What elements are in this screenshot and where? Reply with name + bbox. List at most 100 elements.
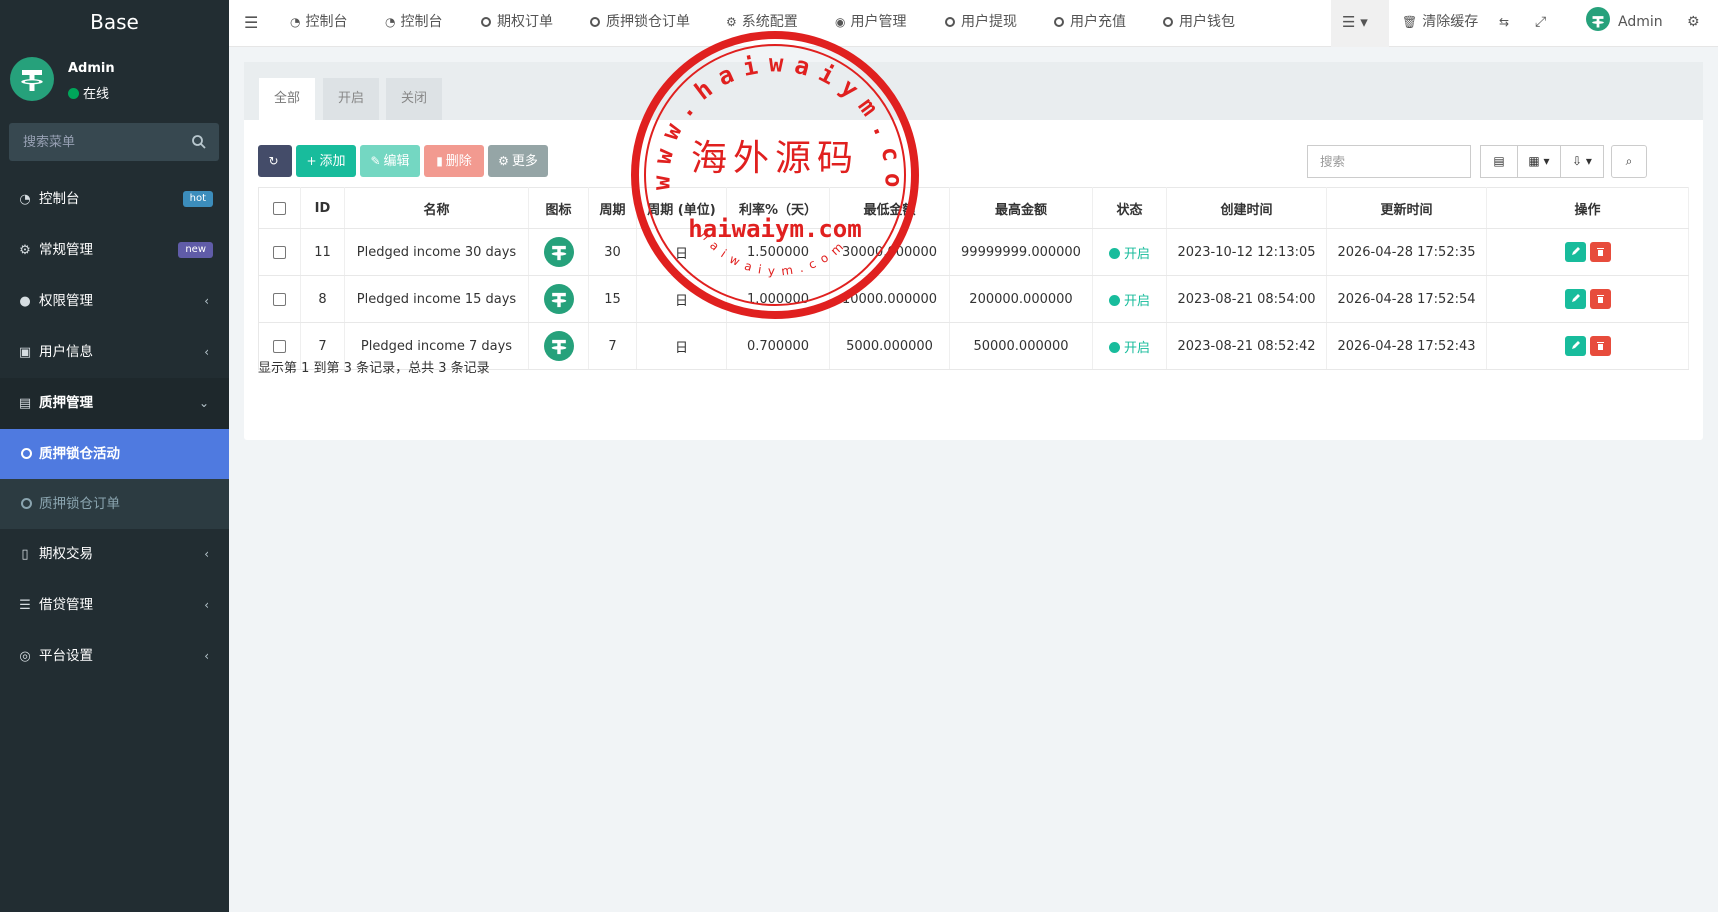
settings-gear-icon[interactable]: ⚙ — [1687, 0, 1700, 47]
tab-user-management[interactable]: ◉ 用户管理 — [835, 0, 906, 47]
tab-all[interactable]: 全部 — [259, 78, 316, 120]
refresh-icon: ↻ — [268, 154, 279, 168]
cell-status[interactable]: 开启 — [1092, 275, 1167, 323]
table-row[interactable]: 8 Pledged income 15 days 15 日 1.000000 1… — [258, 275, 1689, 323]
nav-label: 质押锁仓订单 — [606, 14, 690, 30]
filter-tabs: 全部 开启 关闭 — [244, 62, 1703, 120]
more-label: 更多 — [511, 154, 538, 169]
col-status[interactable]: 状态 — [1092, 187, 1167, 229]
search-icon[interactable] — [191, 134, 207, 150]
brand-logo[interactable]: Base — [0, 0, 229, 47]
sidebar-item-pledge-activity[interactable]: 质押锁仓活动 — [0, 429, 229, 479]
sidebar-item-platform[interactable]: ◎ 平台设置 ‹ — [0, 631, 229, 682]
col-period[interactable]: 周期 — [588, 187, 637, 229]
tab-wallets[interactable]: 用户钱包 — [1163, 0, 1235, 47]
sidebar-item-label: 质押锁仓活动 — [39, 446, 120, 462]
sidebar-item-options[interactable]: ▯ 期权交易 ‹ — [0, 529, 229, 580]
add-button[interactable]: + 添加 — [296, 145, 356, 177]
row-edit-button[interactable] — [1564, 336, 1586, 356]
row-edit-button[interactable] — [1564, 242, 1586, 262]
col-period-unit[interactable]: 周期 (单位) — [636, 187, 727, 229]
tab-option-orders[interactable]: 期权订单 — [481, 0, 553, 47]
dot-circle-icon: ◎ — [19, 649, 31, 664]
trash-icon: ▮ — [436, 154, 443, 168]
cell-name: Pledged income 30 days — [344, 228, 529, 276]
pencil-icon — [1571, 247, 1580, 255]
columns-dropdown-icon[interactable]: ▦ ▾ — [1517, 145, 1561, 178]
toggle-view-icon[interactable]: ▤ — [1480, 145, 1518, 178]
tab-dashboard[interactable]: ◔ 控制台 — [290, 0, 347, 47]
col-icon[interactable]: 图标 — [528, 187, 589, 229]
cell-rate: 1.000000 — [726, 275, 830, 323]
col-min-amount[interactable]: 最低金额 — [829, 187, 950, 229]
group-icon: ● — [19, 294, 31, 309]
nav-label: 用户管理 — [850, 14, 907, 30]
edit-label: 编辑 — [383, 154, 410, 169]
delete-button[interactable]: ▮ 删除 — [424, 145, 484, 177]
advanced-search-icon[interactable]: ⌕ — [1611, 145, 1647, 178]
dashboard-icon: ◔ — [290, 15, 301, 29]
select-all-checkbox[interactable] — [273, 201, 286, 215]
cell-icon — [528, 228, 589, 276]
sidebar-item-permissions[interactable]: ● 权限管理 ‹ — [0, 276, 229, 327]
translate-icon[interactable]: ⇆ — [1499, 0, 1509, 47]
tab-deposits[interactable]: 用户充值 — [1054, 0, 1126, 47]
admin-menu[interactable]: Admin — [1586, 0, 1663, 47]
menu-search-input[interactable] — [9, 123, 189, 161]
col-created[interactable]: 创建时间 — [1166, 187, 1327, 229]
export-dropdown-icon[interactable]: ⇩ ▾ — [1560, 145, 1604, 178]
status-dot-icon — [1108, 341, 1120, 353]
edit-button[interactable]: ✎ 编辑 — [360, 145, 420, 177]
tab-pledge-orders[interactable]: 质押锁仓订单 — [590, 0, 690, 47]
sidebar-item-loans[interactable]: ☰ 借贷管理 ‹ — [0, 580, 229, 631]
col-max-amount[interactable]: 最高金额 — [949, 187, 1093, 229]
table-search-input[interactable] — [1307, 145, 1471, 178]
sidebar-toggle-icon[interactable]: ☰ — [244, 0, 258, 47]
circle-icon — [21, 448, 32, 459]
row-edit-button[interactable] — [1564, 289, 1586, 309]
refresh-button[interactable]: ↻ — [258, 145, 292, 177]
tab-disabled[interactable]: 关闭 — [386, 78, 443, 120]
tab-withdrawals[interactable]: 用户提现 — [945, 0, 1017, 47]
sidebar-item-dashboard[interactable]: ◔ 控制台 hot — [0, 174, 229, 225]
row-checkbox[interactable] — [273, 245, 286, 259]
cell-unit: 日 — [636, 275, 727, 323]
pledge-submenu: 质押锁仓活动 质押锁仓订单 — [0, 429, 229, 529]
clear-cache-button[interactable]: 🗑 清除缓存 — [1402, 0, 1478, 47]
list-dropdown-icon[interactable]: ☰ ▾ — [1342, 0, 1368, 47]
fullscreen-icon[interactable]: ⤢ — [1535, 0, 1546, 47]
tab-dashboard-2[interactable]: ◔ 控制台 — [385, 0, 442, 47]
row-checkbox[interactable] — [273, 292, 286, 306]
cell-status[interactable]: 开启 — [1092, 322, 1167, 370]
col-updated[interactable]: 更新时间 — [1326, 187, 1487, 229]
tab-enabled[interactable]: 开启 — [323, 78, 380, 120]
row-delete-button[interactable] — [1589, 289, 1611, 309]
cell-max: 50000.000000 — [949, 322, 1093, 370]
more-button[interactable]: ⚙ 更多 — [488, 145, 548, 177]
file-icon: ▯ — [21, 547, 29, 562]
row-checkbox[interactable] — [273, 339, 286, 353]
col-rate[interactable]: 利率%（天） — [726, 187, 830, 229]
table-row[interactable]: 11 Pledged income 30 days 30 日 1.500000 … — [258, 228, 1689, 276]
pencil-icon: ✎ — [370, 154, 381, 168]
sidebar-item-pledge-orders[interactable]: 质押锁仓订单 — [0, 479, 229, 529]
cell-status[interactable]: 开启 — [1092, 228, 1167, 276]
row-delete-button[interactable] — [1589, 242, 1611, 262]
sidebar-item-pledge[interactable]: ▤ 质押管理 ⌄ — [0, 378, 229, 429]
user-avatar — [10, 57, 54, 101]
row-delete-button[interactable] — [1589, 336, 1611, 356]
trash-icon — [1596, 342, 1604, 350]
cell-created: 2023-08-21 08:52:42 — [1166, 322, 1327, 370]
circle-icon — [945, 17, 955, 27]
online-dot-icon — [68, 88, 79, 99]
sidebar-item-general[interactable]: ⚙ 常规管理 new — [0, 225, 229, 276]
delete-label: 删除 — [445, 154, 472, 169]
nav-label: 控制台 — [400, 14, 443, 30]
col-name[interactable]: 名称 — [344, 187, 529, 229]
col-id[interactable]: ID — [300, 187, 345, 229]
cell-actions — [1486, 228, 1689, 276]
tab-system-config[interactable]: ⚙ 系统配置 — [726, 0, 798, 47]
pencil-icon — [1571, 294, 1580, 302]
sidebar-item-user-info[interactable]: ▣ 用户信息 ‹ — [0, 327, 229, 378]
chevron-left-icon: ‹ — [204, 547, 209, 561]
